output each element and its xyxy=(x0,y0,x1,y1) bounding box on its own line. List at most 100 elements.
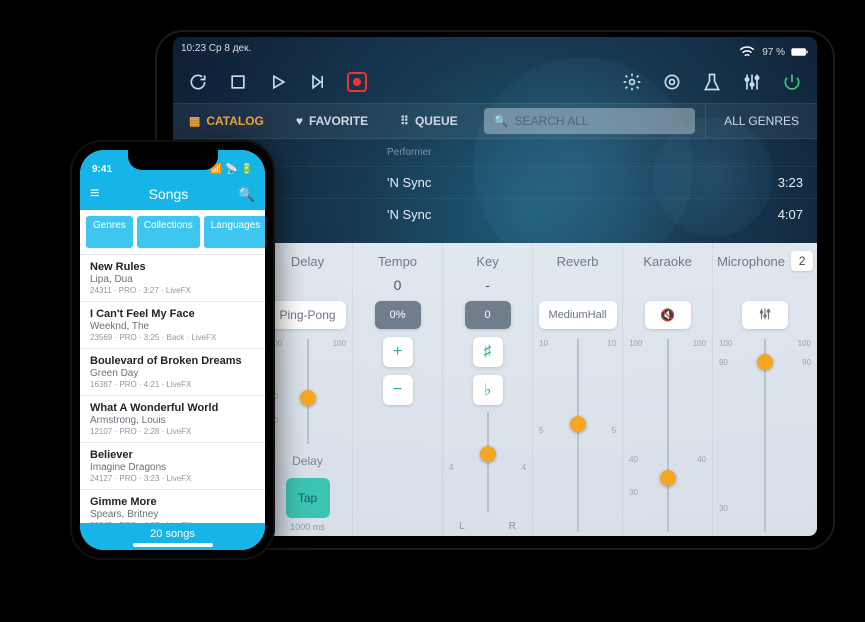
song-performer: 'N Sync xyxy=(387,207,753,222)
phone-song-count: 20 songs xyxy=(150,528,195,540)
delay-footer-label: Delay xyxy=(292,454,323,468)
tempo-value: 0 xyxy=(394,277,402,295)
delay-slider[interactable]: 100 100 50 30 xyxy=(267,339,348,444)
list-item[interactable]: BelieverImagine Dragons24127 · PRO · 3:2… xyxy=(80,443,265,490)
phone-notch xyxy=(128,150,218,170)
scale-label: 10 xyxy=(539,339,548,348)
stop-icon[interactable] xyxy=(227,71,249,93)
mixer-key-label: Key xyxy=(476,251,498,271)
mic-count-badge: 2 xyxy=(791,251,813,271)
sliders-icon xyxy=(756,307,774,324)
reverb-slider[interactable]: 10 10 5 5 xyxy=(537,339,618,532)
search-input[interactable]: 🔍 SEARCH ALL xyxy=(484,108,695,134)
wifi-icon xyxy=(738,43,756,61)
filter-pill[interactable]: Languages xyxy=(204,216,265,248)
mixer-reverb: Reverb MediumHall 10 10 5 5 xyxy=(533,243,623,536)
mixer-reverb-label: Reverb xyxy=(557,251,599,271)
key-flat-button[interactable]: ♭ xyxy=(473,375,503,405)
mixer-karaoke: Karaoke 🔇 100 100 40 40 30 xyxy=(623,243,713,536)
mixer-tempo-label: Tempo xyxy=(378,251,417,271)
song-title: Boulevard of Broken Dreams xyxy=(90,355,255,367)
song-meta: 23569 · PRO · 3:25 · Back · LiveFX xyxy=(90,333,255,342)
tab-favorite[interactable]: ♥ FAVORITE xyxy=(280,104,384,138)
phone-device: 9:41 📶 📡 🔋 ≡ Songs 🔍 GenresCollectionsLa… xyxy=(70,140,275,560)
battery-icon xyxy=(791,43,809,61)
song-artist: Green Day xyxy=(90,368,255,379)
reverb-type-button[interactable]: MediumHall xyxy=(539,301,617,329)
scale-label: 90 xyxy=(802,358,811,367)
scale-label: 30 xyxy=(629,488,638,497)
tempo-plus-button[interactable]: + xyxy=(383,337,413,367)
tab-catalog[interactable]: ▦ CATALOG xyxy=(173,104,280,138)
scale-label: 100 xyxy=(693,339,706,348)
tap-tempo-button[interactable]: Tap xyxy=(286,478,330,518)
song-meta: 24311 · PRO · 3:27 · LiveFX xyxy=(90,286,255,295)
menu-icon[interactable]: ≡ xyxy=(90,185,99,203)
list-item[interactable]: New RulesLipa, Dua24311 · PRO · 3:27 · L… xyxy=(80,255,265,302)
scale-label: 40 xyxy=(629,455,638,464)
mixer-tempo: Tempo 0 0% + − xyxy=(353,243,443,536)
tempo-pct-button[interactable]: 0% xyxy=(375,301,421,329)
tablet-statusbar: 10:23 Ср 8 дек. 97 % xyxy=(173,37,817,63)
scale-label: 10 xyxy=(607,339,616,348)
subnav: ▦ CATALOG ♥ FAVORITE ⠿ QUEUE 🔍 SEARCH AL… xyxy=(173,103,817,139)
list-item[interactable]: What A Wonderful WorldArmstrong, Louis12… xyxy=(80,396,265,443)
scale-label: 100 xyxy=(798,339,811,348)
power-icon[interactable] xyxy=(781,71,803,93)
song-title: What A Wonderful World xyxy=(90,402,255,414)
voice-icon[interactable] xyxy=(661,71,683,93)
sliders-icon[interactable] xyxy=(741,71,763,93)
mic-slider[interactable]: 100 100 90 90 30 xyxy=(717,339,813,532)
mic-settings-button[interactable] xyxy=(742,301,788,329)
search-icon[interactable]: 🔍 xyxy=(238,186,255,203)
key-zero-button[interactable]: 0 xyxy=(465,301,511,329)
song-title: Gimme More xyxy=(90,496,255,508)
key-R-label: R xyxy=(509,521,516,532)
song-meta: 24127 · PRO · 3:23 · LiveFX xyxy=(90,474,255,483)
mixer-mic-label: Microphone xyxy=(717,254,785,269)
key-sharp-button[interactable]: ♯ xyxy=(473,337,503,367)
home-indicator xyxy=(133,543,213,547)
filter-pill[interactable]: Collections xyxy=(137,216,200,248)
list-item[interactable]: Boulevard of Broken DreamsGreen Day16387… xyxy=(80,349,265,396)
genres-filter[interactable]: ALL GENRES xyxy=(705,104,817,138)
scale-label: 90 xyxy=(719,358,728,367)
key-slider[interactable]: 4 4 xyxy=(447,411,528,513)
song-artist: Weeknd, The xyxy=(90,321,255,332)
song-title: New Rules xyxy=(90,261,255,273)
song-performer: 'N Sync xyxy=(387,175,753,190)
scale-label: 100 xyxy=(629,339,642,348)
remote-icon[interactable] xyxy=(701,71,723,93)
next-icon[interactable] xyxy=(307,71,329,93)
tab-queue[interactable]: ⠿ QUEUE xyxy=(384,104,473,138)
queue-icon: ⠿ xyxy=(400,114,409,128)
scale-label: 30 xyxy=(719,504,728,513)
karaoke-slider[interactable]: 100 100 40 40 30 xyxy=(627,339,708,532)
col-performer: Performer xyxy=(387,147,753,158)
list-item[interactable]: I Can't Feel My FaceWeeknd, The23569 · P… xyxy=(80,302,265,349)
search-icon: 🔍 xyxy=(494,114,509,128)
play-icon[interactable] xyxy=(267,71,289,93)
delay-type-button[interactable]: Ping-Pong xyxy=(270,301,346,329)
mixer-delay: Delay Ping-Pong 100 100 50 30 Delay Tap … xyxy=(263,243,353,536)
mute-icon: 🔇 xyxy=(660,308,675,322)
mixer-key: Key - 0 ♯ ♭ 4 4 L R xyxy=(443,243,533,536)
battery-pct: 97 % xyxy=(762,47,785,58)
key-L-label: L xyxy=(459,521,465,532)
phone-screen: 9:41 📶 📡 🔋 ≡ Songs 🔍 GenresCollectionsLa… xyxy=(80,150,265,550)
phone-title: Songs xyxy=(149,186,189,202)
transport-bar xyxy=(173,63,817,103)
song-artist: Imagine Dragons xyxy=(90,462,255,473)
song-artist: Lipa, Dua xyxy=(90,274,255,285)
tempo-minus-button[interactable]: − xyxy=(383,375,413,405)
key-value: - xyxy=(485,277,490,295)
heart-icon: ♥ xyxy=(296,114,303,128)
filter-pill[interactable]: Genres xyxy=(86,216,133,248)
reload-icon[interactable] xyxy=(187,71,209,93)
record-icon[interactable] xyxy=(347,72,367,92)
phone-clock: 9:41 xyxy=(92,164,112,175)
scale-label: 5 xyxy=(612,426,616,435)
karaoke-mute-button[interactable]: 🔇 xyxy=(645,301,691,329)
tablet-clock: 10:23 Ср 8 дек. xyxy=(181,43,251,61)
gear-icon[interactable] xyxy=(621,71,643,93)
